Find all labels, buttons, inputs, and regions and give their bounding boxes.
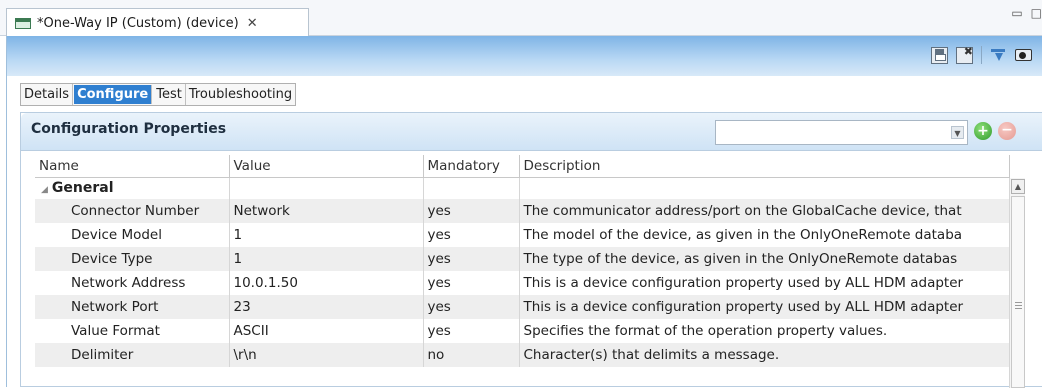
property-mandatory: yes [423, 247, 520, 271]
property-mandatory: yes [423, 319, 520, 343]
tab-test[interactable]: Test [153, 84, 186, 105]
property-mandatory: yes [423, 223, 520, 247]
column-header-mandatory[interactable]: Mandatory [423, 155, 520, 178]
property-name: Value Format [35, 319, 230, 343]
device-document-icon [15, 17, 31, 29]
column-header-description[interactable]: Description [519, 155, 1010, 178]
close-tab-icon[interactable]: ✕ [247, 16, 258, 31]
table-row[interactable]: Network Address 10.0.1.50 yes This is a … [35, 271, 1010, 295]
add-property-button[interactable]: + [974, 122, 992, 140]
property-value[interactable]: \r\n [229, 343, 424, 367]
tab-troubleshooting[interactable]: Troubleshooting [186, 84, 295, 105]
group-label: General [51, 180, 114, 197]
editor-tab-label: *One-Way IP (Custom) (device) [37, 15, 239, 31]
scroll-up-icon[interactable]: ▲ [1011, 179, 1025, 194]
group-row[interactable]: ◢ General [35, 177, 1010, 199]
editor-toolbar [6, 36, 1042, 76]
group-cell: ◢ General [35, 177, 230, 199]
minimize-icon[interactable]: ▭ [1011, 6, 1022, 20]
property-name: Device Type [35, 247, 230, 271]
editor-tab[interactable]: *One-Way IP (Custom) (device) ✕ [6, 8, 309, 37]
table-row[interactable]: Device Model 1 yes The model of the devi… [35, 223, 1010, 247]
property-description: This is a device configuration property … [519, 271, 1010, 295]
property-mandatory: yes [423, 199, 520, 223]
property-mandatory: yes [423, 295, 520, 319]
property-description: The type of the device, as given in the … [519, 247, 1010, 271]
property-value[interactable]: Network [229, 199, 424, 223]
toolbar-separator [981, 46, 982, 64]
property-mandatory: no [423, 343, 520, 367]
table-row[interactable]: Delimiter \r\n no Character(s) that deli… [35, 343, 1010, 367]
property-description: The communicator address/port on the Glo… [519, 199, 1010, 223]
property-description: The model of the device, as given in the… [519, 223, 1010, 247]
property-mandatory: yes [423, 271, 520, 295]
table-header-row: Name Value Mandatory Description [35, 155, 1010, 178]
tab-details[interactable]: Details [21, 84, 74, 105]
property-description: Specifies the format of the operation pr… [519, 319, 1010, 343]
panel-title: Configuration Properties [31, 121, 227, 137]
window-controls: ▭ □ [1011, 6, 1042, 20]
panel-header: Configuration Properties ▼ + − [21, 113, 1042, 151]
properties-table: Name Value Mandatory Description ◢ Genera… [35, 155, 1025, 387]
property-name: Device Model [35, 223, 230, 247]
save-icon[interactable] [931, 46, 948, 64]
table-scrollbar[interactable]: ▲ [1009, 178, 1025, 388]
property-name: Network Address [35, 271, 230, 295]
revert-icon[interactable] [956, 45, 973, 64]
property-value[interactable]: ASCII [229, 319, 424, 343]
scroll-thumb[interactable] [1011, 196, 1025, 388]
tab-configure[interactable]: Configure [74, 85, 153, 104]
column-header-value[interactable]: Value [229, 155, 424, 178]
property-name: Connector Number [35, 199, 230, 223]
toolbar-icons [931, 45, 1032, 64]
grip-icon [1015, 302, 1022, 309]
maximize-icon[interactable]: □ [1031, 6, 1042, 20]
chevron-down-icon[interactable]: ▼ [951, 126, 964, 139]
remove-property-button[interactable]: − [998, 122, 1016, 140]
table-row[interactable]: Network Port 23 yes This is a device con… [35, 295, 1010, 319]
property-value[interactable]: 10.0.1.50 [229, 271, 424, 295]
column-header-name[interactable]: Name [35, 155, 230, 178]
property-combo[interactable]: ▼ [715, 120, 968, 145]
table-row[interactable]: Connector Number Network yes The communi… [35, 199, 1010, 223]
table-row[interactable]: Value Format ASCII yes Specifies the for… [35, 319, 1010, 343]
filter-icon[interactable] [990, 47, 1007, 64]
property-name: Network Port [35, 295, 230, 319]
configuration-panel: Configuration Properties ▼ + − Name Valu… [20, 112, 1042, 388]
view-icon[interactable] [1015, 47, 1032, 64]
frame-border [6, 76, 7, 387]
collapse-arrow-icon[interactable]: ◢ [41, 185, 48, 195]
property-description: This is a device configuration property … [519, 295, 1010, 319]
editor-tab-strip: *One-Way IP (Custom) (device) ✕ ▭ □ [0, 0, 1042, 37]
property-description: Character(s) that delimits a message. [519, 343, 1010, 367]
property-value[interactable]: 1 [229, 247, 424, 271]
property-value[interactable]: 23 [229, 295, 424, 319]
property-name: Delimiter [35, 343, 230, 367]
section-tabs: Details Configure Test Troubleshooting [20, 83, 297, 106]
property-value[interactable]: 1 [229, 223, 424, 247]
table-row[interactable]: Device Type 1 yes The type of the device… [35, 247, 1010, 271]
